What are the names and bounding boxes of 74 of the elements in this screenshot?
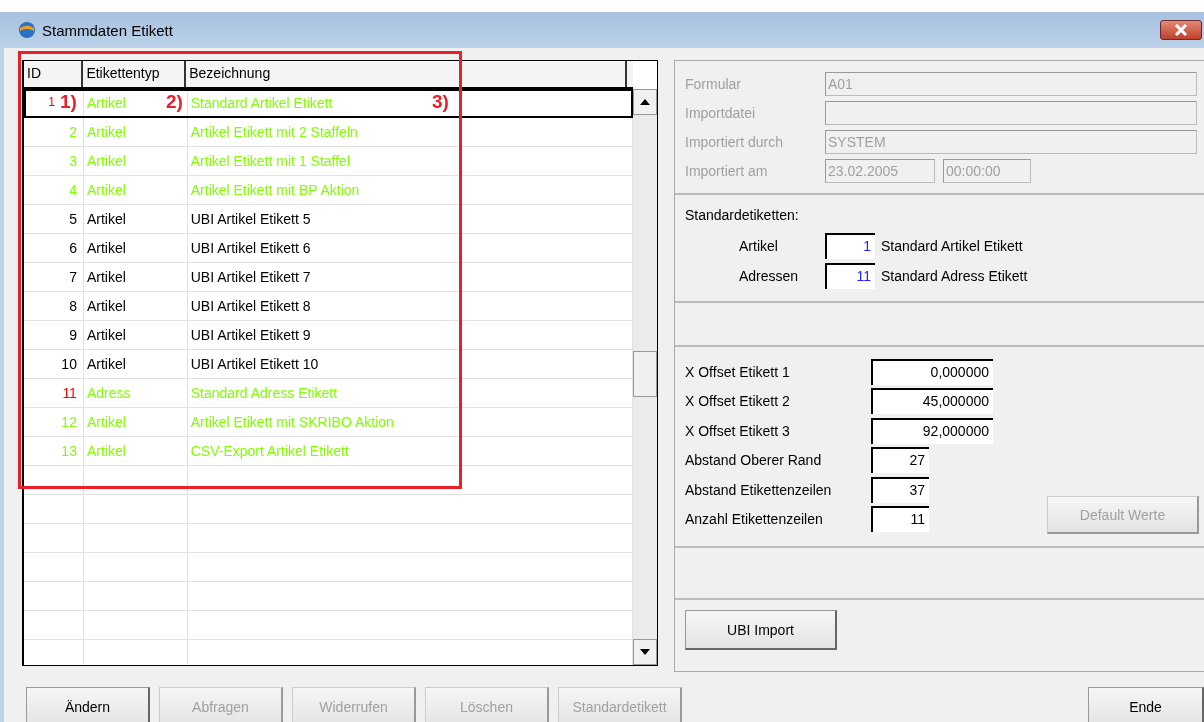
column-header[interactable]: Etikettentyp [83, 61, 187, 87]
table-row[interactable]: 9 Artikel UBI Artikel Etikett 9 [24, 321, 633, 350]
table-cell: 5 [24, 205, 84, 233]
field-label: Adressen [738, 268, 800, 284]
table-cell: Artikel [83, 292, 188, 320]
table-cell: 11 [24, 379, 84, 407]
field-label: Importiert am [685, 162, 769, 179]
table-cell: 8 [24, 292, 84, 320]
field-label: Importdatei [685, 104, 757, 121]
annotation-label: 2) [166, 91, 183, 113]
table-cell: Artikel [83, 437, 188, 465]
table-row[interactable]: 7 Artikel UBI Artikel Etikett 7 [24, 263, 633, 292]
table-cell: 6 [24, 234, 84, 262]
scrollbar[interactable] [633, 89, 657, 665]
field-label: X Offset Etikett 2 [685, 393, 791, 410]
table-cell: Artikel [83, 234, 188, 262]
import-button[interactable]: UBI Import [685, 610, 837, 650]
annotation-label: 1) [60, 91, 77, 113]
globe-icon [18, 21, 36, 39]
column-header[interactable]: ID [24, 61, 84, 87]
table-cell: Artikel [83, 350, 188, 378]
up-arrow-icon [640, 99, 650, 105]
table-row[interactable]: 10 Artikel UBI Artikel Etikett 10 [24, 350, 633, 379]
section-title: Standardetiketten: [685, 207, 800, 223]
table-row[interactable]: 5 Artikel UBI Artikel Etikett 5 [24, 205, 633, 234]
field-label: Formular [685, 75, 742, 92]
down-arrow-icon [640, 649, 650, 655]
input-field[interactable]: 11 [825, 263, 875, 289]
field-label: Artikel [738, 238, 779, 254]
input-field[interactable]: 0,000000 [871, 358, 993, 385]
column-header[interactable]: Bezeichnung [186, 61, 627, 87]
end-button[interactable]: Ende [1088, 687, 1204, 722]
close-button[interactable] [1160, 20, 1202, 40]
input-field[interactable]: 37 [871, 476, 929, 503]
table-row[interactable]: 11 Adress Standard Adress Etikett [24, 379, 633, 408]
table-cell: Artikel [83, 408, 188, 436]
scroll-down-button[interactable] [633, 639, 657, 665]
table-cell: 2 [24, 118, 84, 146]
label-name: Standard Artikel Etikett [881, 238, 1023, 254]
window-title: Stammdaten Etikett [42, 21, 174, 39]
table-cell: 12 [24, 408, 84, 436]
table-cell: Artikel [83, 263, 188, 291]
table-cell: Artikel [83, 321, 188, 349]
table-cell: Artikel [83, 205, 188, 233]
close-icon [1173, 24, 1189, 36]
table-cell: 9 [24, 321, 84, 349]
table-row[interactable]: 6 Artikel UBI Artikel Etikett 6 [24, 234, 633, 263]
annotation-label: 3) [432, 91, 449, 113]
input-field[interactable]: 27 [871, 447, 929, 474]
table-cell: Artikel [83, 176, 188, 204]
field-label: Importiert durch [685, 133, 785, 150]
label-name: Standard Adress Etikett [881, 268, 1028, 284]
input-field[interactable] [825, 100, 1197, 125]
field-label: Abstand Oberer Rand [685, 452, 823, 469]
table-cell: 3 [24, 147, 84, 175]
field-label: Anzahl Etikettenzeilen [685, 511, 824, 528]
input-field[interactable]: 11 [871, 506, 929, 533]
table-cell: Artikel [83, 118, 188, 146]
input-field[interactable]: 92,000000 [871, 417, 993, 444]
table-cell: 4 [24, 176, 84, 204]
scroll-thumb[interactable] [633, 351, 657, 397]
action-button[interactable]: Ändern [26, 687, 150, 722]
table-cell: 13 [24, 437, 84, 465]
input-field[interactable]: 1 [825, 233, 875, 259]
scroll-up-button[interactable] [633, 89, 657, 115]
field-label: X Offset Etikett 1 [685, 363, 791, 380]
table-cell: Adress [83, 379, 188, 407]
field-label: X Offset Etikett 3 [685, 422, 791, 439]
table-cell: 10 [24, 350, 84, 378]
table-cell: 7 [24, 263, 84, 291]
table-row[interactable]: 8 Artikel UBI Artikel Etikett 8 [24, 292, 633, 321]
table-cell: Artikel [83, 147, 188, 175]
input-field[interactable]: 45,000000 [871, 388, 993, 415]
field-label: Abstand Etikettenzeilen [685, 481, 833, 498]
